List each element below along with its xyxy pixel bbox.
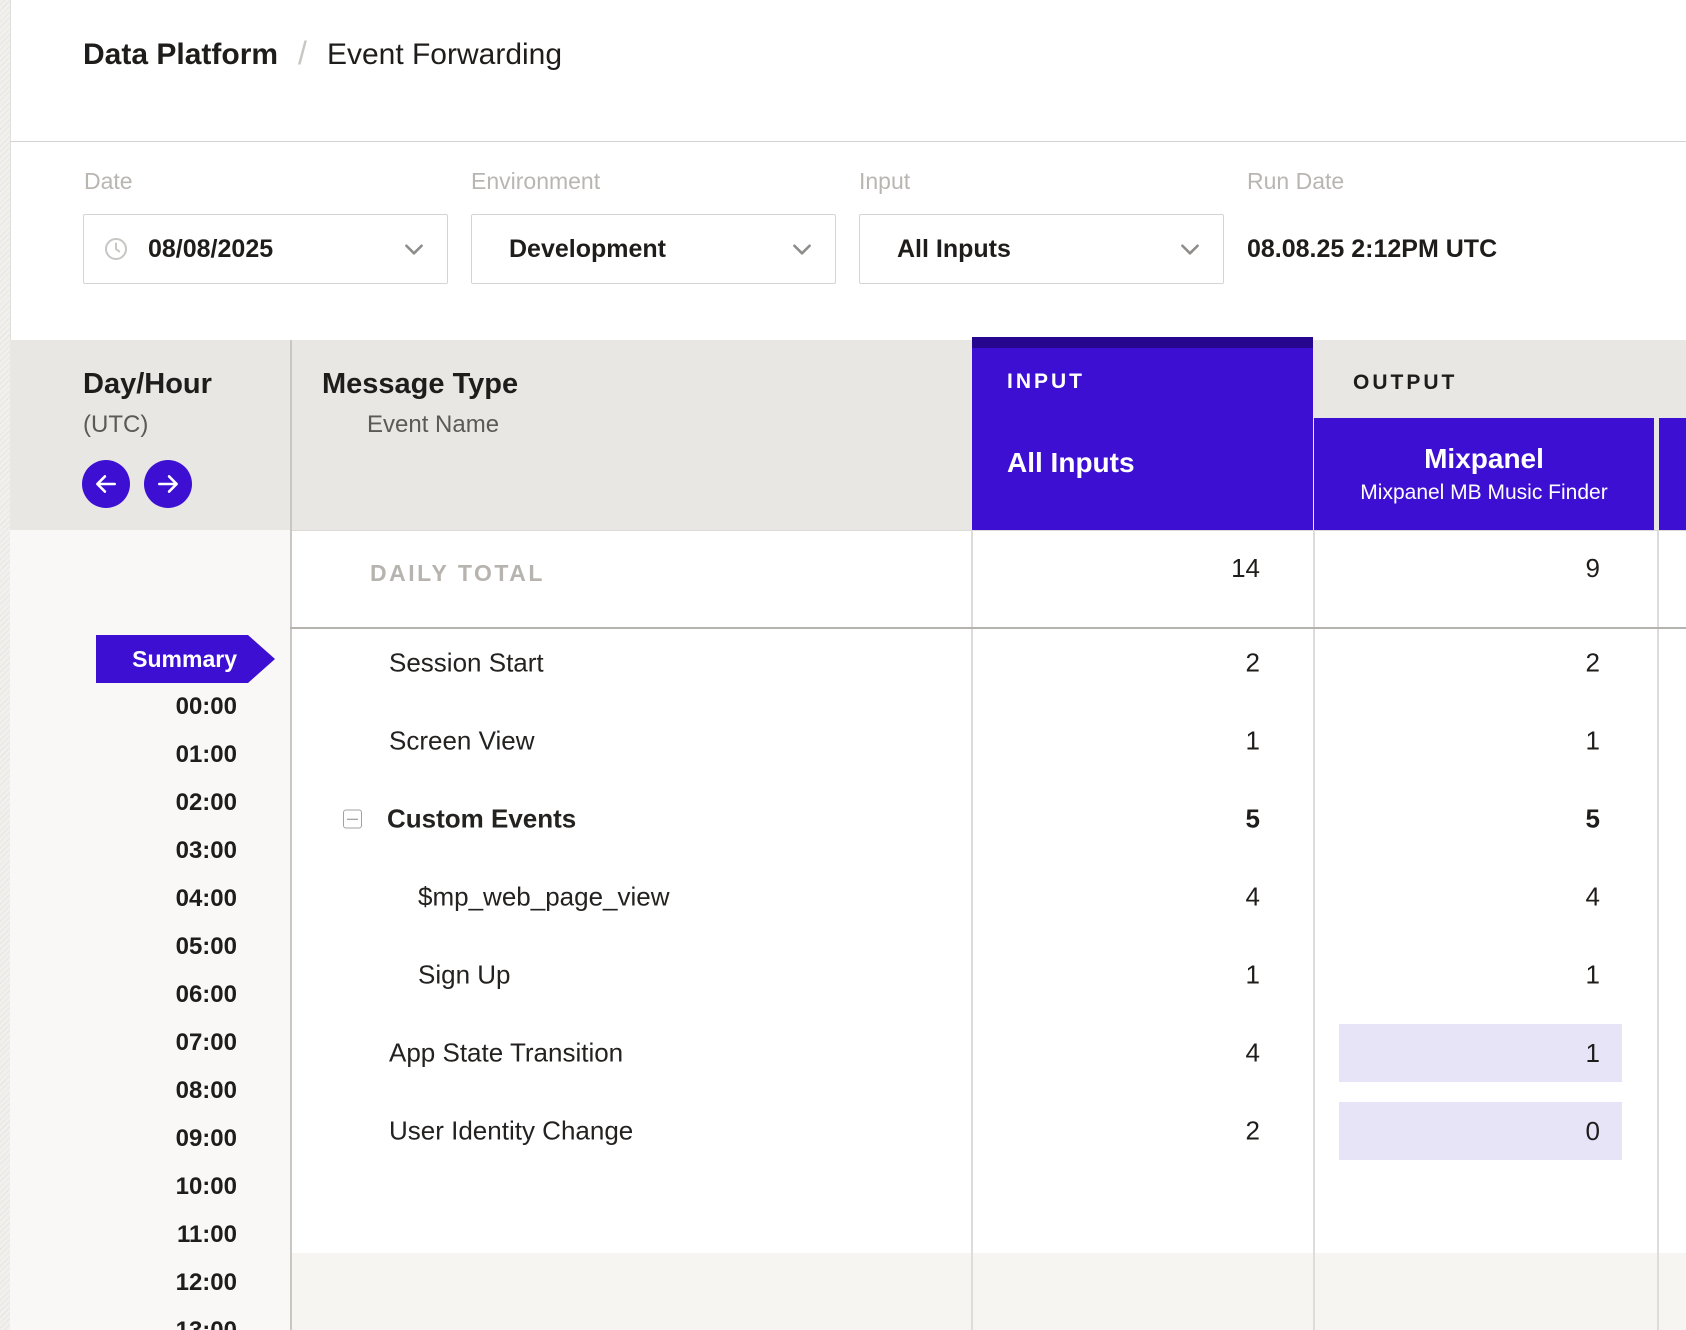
event-name: Screen View (389, 726, 535, 757)
page-title: Event Forwarding (327, 38, 562, 72)
summary-tab-arrow (248, 635, 275, 683)
breadcrumb: Data Platform / Event Forwarding (83, 36, 562, 73)
input-header-accent-strip (972, 337, 1313, 348)
breadcrumb-section[interactable]: Data Platform (83, 38, 278, 72)
chevron-down-icon (401, 236, 427, 262)
environment-select[interactable]: Development (471, 214, 836, 284)
table-row: Screen View 1 1 (290, 702, 1686, 780)
output-count: 1 (1314, 960, 1600, 991)
hour-item[interactable]: 08:00 (10, 1067, 237, 1115)
table-row: Sign Up 1 1 (290, 936, 1686, 1014)
hour-item[interactable]: 10:00 (10, 1163, 237, 1211)
empty-grid-area (290, 1253, 1686, 1330)
input-column-header: INPUT All Inputs (972, 337, 1313, 530)
event-name: User Identity Change (389, 1116, 633, 1147)
output-kicker: OUTPUT (1353, 371, 1457, 395)
hour-item[interactable]: 06:00 (10, 971, 237, 1019)
collapse-icon[interactable] (343, 810, 362, 829)
table-row: User Identity Change 2 0 (290, 1092, 1686, 1170)
event-name-subtitle: Event Name (367, 411, 499, 439)
date-value: 08/08/2025 (148, 235, 401, 264)
hour-item[interactable]: 02:00 (10, 779, 237, 827)
input-count: 4 (972, 1038, 1260, 1069)
message-type-title: Message Type (322, 368, 518, 401)
day-hour-title: Day/Hour (83, 368, 212, 401)
chevron-down-icon (789, 236, 815, 262)
event-name: Sign Up (418, 960, 511, 991)
event-name: Custom Events (387, 804, 576, 835)
input-column-name: All Inputs (1007, 447, 1135, 479)
day-hour-subtitle: (UTC) (83, 411, 148, 439)
breadcrumb-separator: / (298, 35, 307, 72)
highlighted-output-cell: 0 (1339, 1102, 1622, 1160)
daily-total-label: DAILY TOTAL (370, 560, 545, 587)
hour-item[interactable]: 04:00 (10, 875, 237, 923)
output-column-name: Mixpanel (1424, 443, 1544, 475)
output-count: 4 (1314, 882, 1600, 913)
event-name: Session Start (389, 648, 544, 679)
input-count: 2 (972, 1116, 1260, 1147)
date-label: Date (84, 168, 133, 195)
hour-item[interactable]: 13:00 (10, 1307, 237, 1330)
run-date-value: 08.08.25 2:12PM UTC (1247, 214, 1497, 284)
input-count: 2 (972, 648, 1260, 679)
output-count: 0 (1586, 1116, 1600, 1147)
hour-item[interactable]: 12:00 (10, 1259, 237, 1307)
output-column-header: Mixpanel Mixpanel MB Music Finder (1314, 418, 1654, 530)
arrow-right-icon (155, 471, 181, 497)
input-kicker: INPUT (1007, 370, 1085, 394)
event-rows: Session Start 2 2 Screen View 1 1 Custom Event… (290, 624, 1686, 1170)
date-select[interactable]: 08/08/2025 (83, 214, 448, 284)
next-output-column-partial (1659, 418, 1686, 530)
environment-value: Development (509, 235, 789, 264)
input-count: 4 (972, 882, 1260, 913)
next-day-button[interactable] (144, 460, 192, 508)
output-count: 5 (1314, 804, 1600, 835)
highlighted-output-cell: 1 (1339, 1024, 1622, 1082)
input-value: All Inputs (897, 235, 1177, 264)
run-date-label: Run Date (1247, 168, 1344, 195)
table-row: App State Transition 4 1 (290, 1014, 1686, 1092)
hour-item[interactable]: 11:00 (10, 1211, 237, 1259)
hour-item[interactable]: 09:00 (10, 1115, 237, 1163)
hour-item[interactable]: 03:00 (10, 827, 237, 875)
output-count: 2 (1314, 648, 1600, 679)
clock-icon (84, 237, 148, 261)
hour-item[interactable]: 05:00 (10, 923, 237, 971)
input-select[interactable]: All Inputs (859, 214, 1224, 284)
hour-list: 00:0001:0002:0003:0004:0005:0006:0007:00… (10, 683, 237, 1330)
hour-item[interactable]: 00:00 (10, 683, 237, 731)
previous-day-button[interactable] (82, 460, 130, 508)
chevron-down-icon (1177, 236, 1203, 262)
event-forwarding-page: Data Platform / Event Forwarding Date En… (0, 0, 1686, 1330)
hour-item[interactable]: 07:00 (10, 1019, 237, 1067)
input-count: 1 (972, 726, 1260, 757)
event-name: $mp_web_page_view (418, 882, 670, 913)
environment-label: Environment (471, 168, 600, 195)
table-row: Custom Events 5 5 (290, 780, 1686, 858)
daily-total-input-value: 14 (972, 553, 1260, 584)
event-name: App State Transition (389, 1038, 623, 1069)
daily-total-output-value: 9 (1314, 553, 1600, 584)
output-count: 1 (1314, 726, 1600, 757)
summary-tab[interactable]: Summary (96, 635, 248, 683)
table-row: $mp_web_page_view 4 4 (290, 858, 1686, 936)
header-divider (10, 141, 1686, 142)
output-count: 1 (1586, 1038, 1600, 1069)
table-row: Session Start 2 2 (290, 624, 1686, 702)
arrow-left-icon (93, 471, 119, 497)
input-label: Input (859, 168, 910, 195)
output-column-subtitle: Mixpanel MB Music Finder (1360, 481, 1607, 505)
input-count: 1 (972, 960, 1260, 991)
hour-item[interactable]: 01:00 (10, 731, 237, 779)
input-count: 5 (972, 804, 1260, 835)
